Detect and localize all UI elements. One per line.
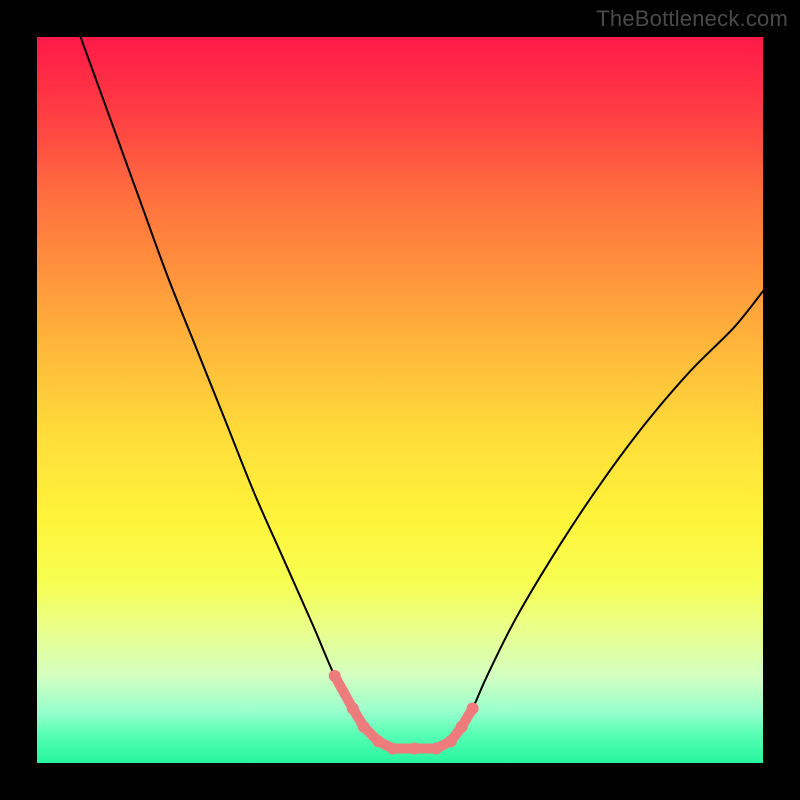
chart-frame: TheBottleneck.com bbox=[0, 0, 800, 800]
watermark-text: TheBottleneck.com bbox=[596, 6, 788, 32]
heat-gradient-background bbox=[37, 37, 763, 763]
plot-area bbox=[37, 37, 763, 763]
